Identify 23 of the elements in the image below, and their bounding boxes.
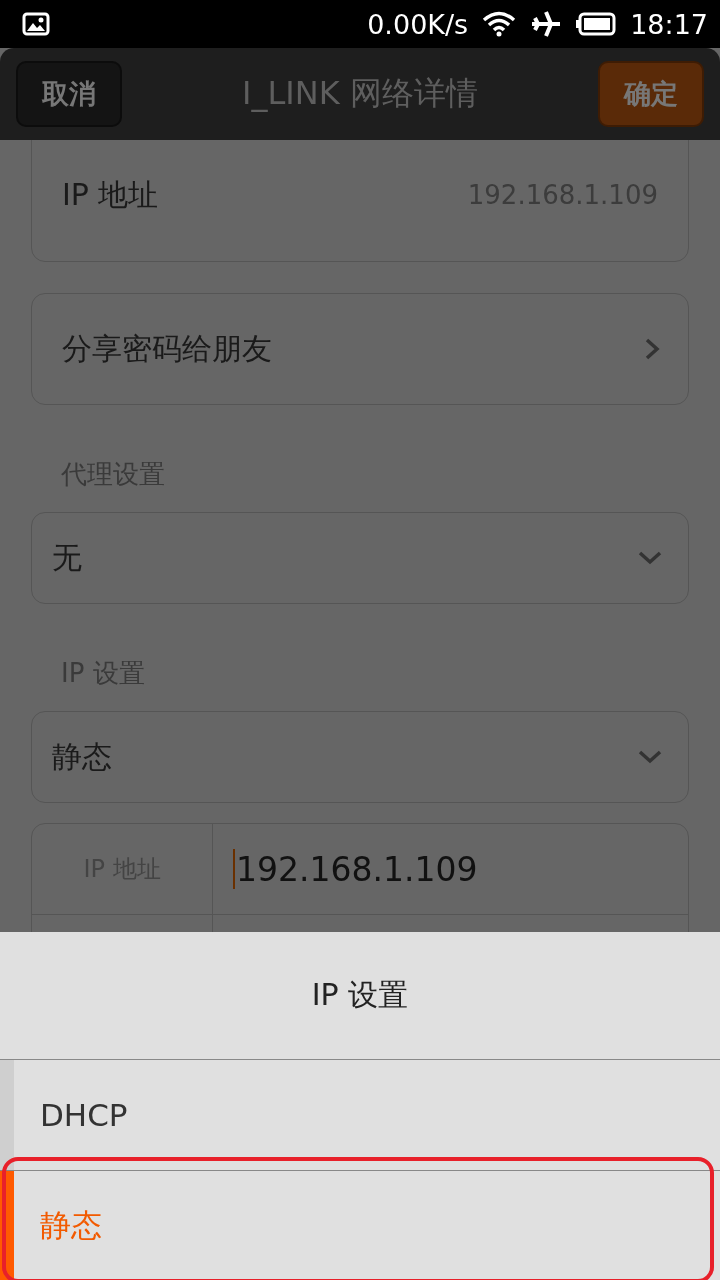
proxy-dropdown[interactable]: 无 [31,512,689,604]
clock: 18:17 [630,8,708,40]
option-item[interactable]: DHCP [0,1060,720,1170]
dropdown-value: 无 [52,538,82,577]
row-label: 分享密码给朋友 [62,329,272,368]
ip-settings-dropdown[interactable]: 静态 [31,711,689,803]
image-icon [22,12,50,36]
confirm-button[interactable]: 确定 [598,61,704,127]
row-label: IP 地址 [62,175,159,214]
dropdown-value: 静态 [52,737,112,776]
share-password-row[interactable]: 分享密码给朋友 [31,293,689,405]
chevron-right-icon [644,337,660,361]
screen-title: I_LINK 网络详情 [242,73,478,114]
chevron-down-icon [638,750,662,764]
wifi-icon [482,11,517,37]
sheet-title: IP 设置 [0,932,720,1060]
battery-icon [576,12,617,36]
cancel-button[interactable]: 取消 [16,61,122,127]
input-field[interactable]: 192.168.1.109 [213,824,688,914]
airplane-icon [530,10,563,38]
option-item[interactable]: 静态 [0,1171,720,1280]
chevron-down-icon [638,551,662,565]
network-speed: 0.00K/s [367,8,469,40]
